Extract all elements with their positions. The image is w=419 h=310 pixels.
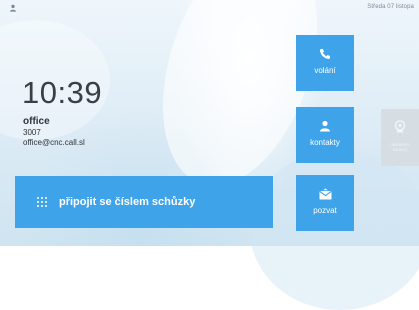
join-meeting-button[interactable]: připojit se číslem schůzky	[15, 176, 273, 228]
status-bar: Středa 07 listopa	[0, 0, 419, 16]
invite-label: pozvat	[313, 206, 337, 215]
user-extension: 3007	[23, 128, 41, 137]
envelope-icon	[318, 187, 332, 201]
user-status-icon[interactable]	[9, 4, 18, 13]
clock: 10:39	[22, 75, 103, 110]
camera-settings-button[interactable]: nastavení kamery	[381, 109, 419, 166]
contacts-label: kontakty	[310, 138, 340, 147]
invite-button[interactable]: pozvat	[296, 175, 354, 231]
camera-settings-icon	[393, 120, 407, 138]
call-label: volání	[314, 66, 336, 75]
join-meeting-label: připojit se číslem schůzky	[59, 196, 196, 208]
user-email: office@cnc.call.sl	[23, 138, 85, 147]
date-label: Středa 07 listopa	[367, 4, 414, 10]
keypad-icon	[37, 195, 49, 209]
contacts-button[interactable]: kontakty	[296, 107, 354, 163]
phone-icon	[319, 47, 331, 61]
user-name: office	[23, 116, 50, 127]
call-button[interactable]: volání	[296, 35, 354, 91]
camera-settings-label: nastavení kamery	[390, 142, 410, 152]
person-icon	[319, 119, 331, 133]
